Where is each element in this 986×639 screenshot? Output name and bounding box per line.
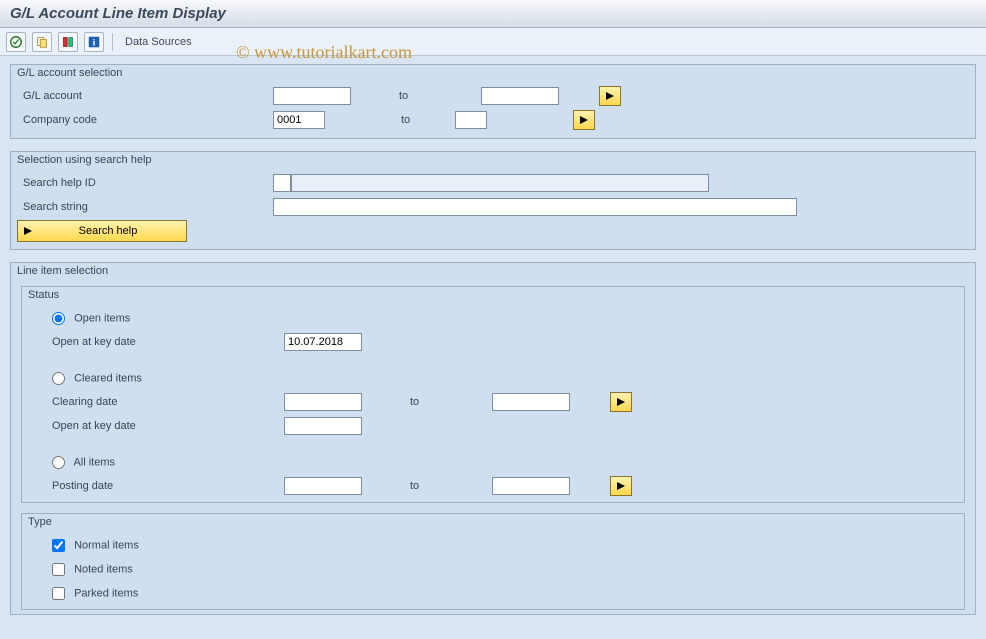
subgroup-type: Type Normal items Noted items Parked ite…	[21, 513, 965, 610]
row-normal-items: Normal items	[22, 533, 964, 557]
row-noted-items: Noted items	[22, 557, 964, 581]
content-area: G/L account selection G/L account to Com…	[0, 56, 986, 639]
data-sources-button[interactable]: Data Sources	[121, 36, 196, 48]
row-search-help-btn: Search help	[11, 219, 975, 243]
row-search-string: Search string	[11, 195, 975, 219]
radio-all-items[interactable]	[52, 456, 65, 469]
row-search-help-id: Search help ID	[11, 171, 975, 195]
input-search-help-desc	[291, 174, 709, 192]
label-gl-account: G/L account	[23, 90, 273, 102]
label-to: to	[362, 396, 492, 408]
label-to: to	[351, 90, 481, 102]
label-clearing-date: Clearing date	[34, 396, 284, 408]
input-search-help-id[interactable]	[273, 174, 291, 192]
input-gl-account-to[interactable]	[481, 87, 559, 105]
row-cleared-key-date: Open at key date	[22, 414, 964, 438]
label-cleared-key-date: Open at key date	[34, 420, 284, 432]
group-title-line-item: Line item selection	[11, 263, 975, 282]
application-toolbar: i Data Sources	[0, 28, 986, 56]
label-search-string: Search string	[23, 201, 273, 213]
subgroup-title-status: Status	[22, 287, 964, 306]
label-to: to	[325, 114, 455, 126]
wrap-noted: Noted items	[34, 563, 284, 576]
row-posting-date: Posting date to	[22, 474, 964, 498]
checkbox-noted-items[interactable]	[52, 563, 65, 576]
row-company-code: Company code to	[11, 108, 975, 132]
label-parked-items: Parked items	[74, 587, 138, 599]
group-line-item-selection: Line item selection Status Open items Op…	[10, 262, 976, 615]
radio-wrap-cleared: Cleared items	[34, 372, 284, 385]
input-search-string[interactable]	[273, 198, 797, 216]
row-open-key-date: Open at key date	[22, 330, 964, 354]
subgroup-status: Status Open items Open at key date Clear…	[21, 286, 965, 503]
radio-wrap-all: All items	[34, 456, 284, 469]
radio-open-items[interactable]	[52, 312, 65, 325]
label-normal-items: Normal items	[74, 539, 139, 551]
group-gl-account-selection: G/L account selection G/L account to Com…	[10, 64, 976, 139]
search-help-button[interactable]: Search help	[17, 220, 187, 242]
input-company-code-from[interactable]	[273, 111, 325, 129]
label-posting-date: Posting date	[34, 480, 284, 492]
input-posting-date-from[interactable]	[284, 477, 362, 495]
subgroup-title-type: Type	[22, 514, 964, 533]
checkbox-normal-items[interactable]	[52, 539, 65, 552]
input-clearing-date-from[interactable]	[284, 393, 362, 411]
row-cleared-items: Cleared items	[22, 366, 964, 390]
input-open-key-date[interactable]	[284, 333, 362, 351]
row-parked-items: Parked items	[22, 581, 964, 605]
input-cleared-key-date[interactable]	[284, 417, 362, 435]
row-clearing-date: Clearing date to	[22, 390, 964, 414]
search-help-button-label: Search help	[44, 225, 186, 237]
group-title-gl: G/L account selection	[11, 65, 975, 84]
label-open-items: Open items	[74, 312, 130, 324]
wrap-parked: Parked items	[34, 587, 284, 600]
label-open-key-date: Open at key date	[34, 336, 284, 348]
get-variant-icon[interactable]	[32, 32, 52, 52]
title-bar: G/L Account Line Item Display	[0, 0, 986, 28]
input-company-code-to[interactable]	[455, 111, 487, 129]
group-search-help: Selection using search help Search help …	[10, 151, 976, 250]
page-title: G/L Account Line Item Display	[10, 5, 226, 22]
input-gl-account-from[interactable]	[273, 87, 351, 105]
input-posting-date-to[interactable]	[492, 477, 570, 495]
svg-text:i: i	[93, 37, 96, 48]
selection-options-icon[interactable]	[58, 32, 78, 52]
label-all-items: All items	[73, 456, 115, 468]
label-search-help-id: Search help ID	[23, 177, 273, 189]
label-cleared-items: Cleared items	[74, 372, 142, 384]
information-icon[interactable]: i	[84, 32, 104, 52]
multiple-selection-posting-date[interactable]	[610, 476, 632, 496]
multiple-selection-company-code[interactable]	[573, 110, 595, 130]
radio-cleared-items[interactable]	[52, 372, 65, 385]
wrap-normal: Normal items	[34, 539, 284, 552]
checkbox-parked-items[interactable]	[52, 587, 65, 600]
group-title-search-help: Selection using search help	[11, 152, 975, 171]
multiple-selection-clearing-date[interactable]	[610, 392, 632, 412]
multiple-selection-gl-account[interactable]	[599, 86, 621, 106]
execute-icon[interactable]	[6, 32, 26, 52]
label-to: to	[362, 480, 492, 492]
row-open-items: Open items	[22, 306, 964, 330]
label-company-code: Company code	[23, 114, 273, 126]
row-all-items: All items	[22, 450, 964, 474]
input-clearing-date-to[interactable]	[492, 393, 570, 411]
toolbar-separator	[112, 33, 113, 51]
radio-wrap-open: Open items	[34, 312, 284, 325]
label-noted-items: Noted items	[74, 563, 133, 575]
row-gl-account: G/L account to	[11, 84, 975, 108]
